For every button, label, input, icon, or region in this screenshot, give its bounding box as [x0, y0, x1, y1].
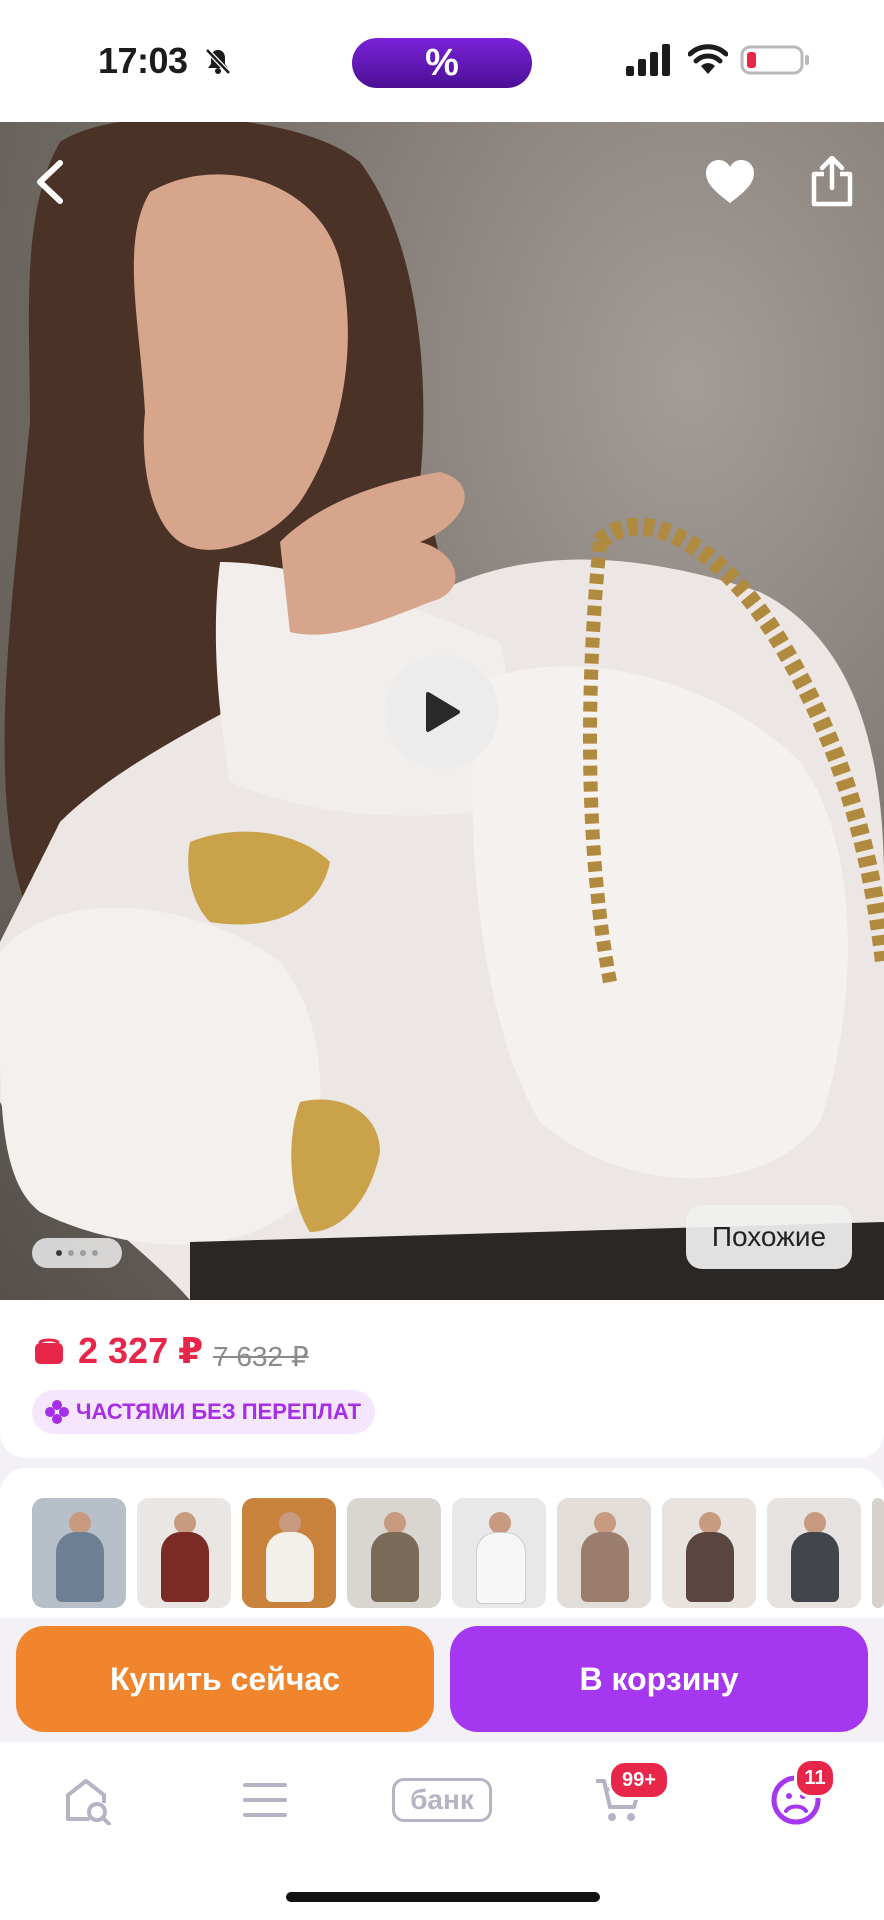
pager-dot: [80, 1250, 86, 1256]
play-video-button[interactable]: [385, 655, 499, 769]
variant-thumbnail[interactable]: [872, 1498, 884, 1608]
promo-pill[interactable]: %: [352, 38, 532, 88]
pager-dot: [92, 1250, 98, 1256]
battery-icon: [740, 42, 810, 76]
variant-thumbnail[interactable]: [452, 1498, 546, 1608]
add-to-cart-button[interactable]: В корзину: [450, 1626, 868, 1732]
status-time: 17:03: [98, 40, 188, 81]
bell-muted-icon: [203, 46, 233, 76]
cart-count-badge: 99+: [608, 1760, 670, 1800]
variant-thumbnails: [0, 1468, 884, 1618]
variant-thumbnail[interactable]: [557, 1498, 651, 1608]
current-price: 2 327 ₽: [78, 1330, 204, 1371]
variant-thumbnail[interactable]: [347, 1498, 441, 1608]
share-icon: [811, 156, 853, 207]
variant-thumbnail[interactable]: [32, 1498, 126, 1608]
variant-thumbnail[interactable]: [242, 1498, 336, 1608]
back-button[interactable]: [18, 150, 82, 214]
bank-label: банк: [410, 1784, 474, 1815]
installments-label: ЧАСТЯМИ БЕЗ ПЕРЕПЛАТ: [76, 1399, 362, 1424]
nav-bank[interactable]: банк: [382, 1770, 502, 1830]
pager-dot: [56, 1250, 62, 1256]
buy-now-button[interactable]: Купить сейчас: [16, 1626, 434, 1732]
clover-icon: [45, 1400, 69, 1424]
similar-button[interactable]: Похожие: [686, 1205, 852, 1269]
shopping-bag-icon: [34, 1337, 64, 1365]
installments-badge[interactable]: ЧАСТЯМИ БЕЗ ПЕРЕПЛАТ: [32, 1390, 376, 1434]
catalog-menu-icon: [243, 1783, 287, 1817]
nav-catalog[interactable]: [225, 1770, 305, 1830]
heart-icon: [706, 160, 754, 203]
chevron-left-icon: [37, 160, 63, 204]
nav-home[interactable]: [48, 1770, 128, 1830]
price-card: [0, 1300, 884, 1458]
favorite-button[interactable]: [698, 150, 762, 214]
home-indicator: [286, 1892, 600, 1902]
play-icon: [426, 692, 460, 732]
share-button[interactable]: [800, 150, 864, 214]
home-search-icon: [66, 1779, 111, 1825]
cellular-signal-icon: [626, 44, 672, 76]
old-price: 7 632 ₽: [213, 1341, 309, 1372]
image-pager-dots: [32, 1238, 122, 1268]
bank-icon: банк: [392, 1778, 492, 1822]
wifi-icon: [687, 42, 729, 76]
variant-thumbnail[interactable]: [767, 1498, 861, 1608]
profile-notification-badge: 11: [794, 1758, 836, 1798]
variant-thumbnail[interactable]: [662, 1498, 756, 1608]
variant-thumbnail[interactable]: [137, 1498, 231, 1608]
pager-dot: [68, 1250, 74, 1256]
